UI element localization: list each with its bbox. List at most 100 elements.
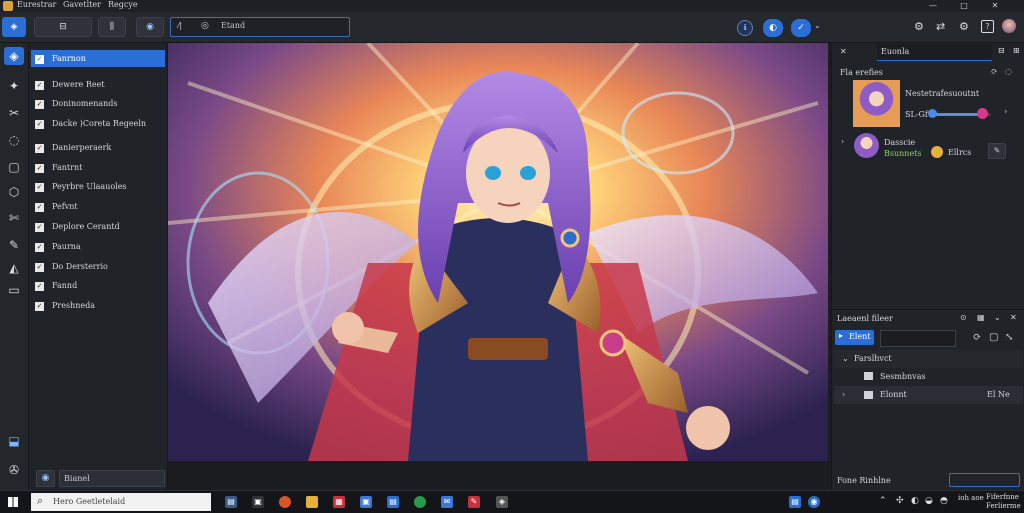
menu-edit[interactable]: Gavetlter bbox=[63, 0, 101, 9]
gear-icon[interactable]: ⚙ bbox=[959, 20, 969, 33]
next-button[interactable]: ✓ bbox=[791, 19, 811, 37]
list-item[interactable]: ✓ Dacke )Coreta Regeeln bbox=[35, 115, 163, 132]
list-item[interactable]: ✓ Do Dersterrio bbox=[35, 258, 163, 275]
menu-view[interactable]: Regcye bbox=[108, 0, 138, 9]
clock-time[interactable]: Fiferfnne bbox=[986, 493, 1019, 501]
tray-icon-3[interactable]: ◒ bbox=[925, 496, 933, 506]
taskbar-search[interactable]: ⌕ Hero Geetletelaid bbox=[31, 493, 211, 511]
layer-thumbnail[interactable] bbox=[853, 80, 900, 127]
chevron-down-icon[interactable]: ⌄ bbox=[814, 21, 821, 30]
fill-icon[interactable]: ◭ bbox=[4, 259, 24, 277]
store-icon[interactable]: ▦ bbox=[333, 496, 345, 508]
chevron-icon[interactable]: ⌄ bbox=[994, 313, 1001, 322]
property-field[interactable] bbox=[880, 330, 956, 347]
list-item[interactable]: ✓ Peyrbre Ulaauoles bbox=[35, 178, 163, 195]
list-item[interactable]: ✓ Pefvnt bbox=[35, 198, 163, 215]
close-button[interactable]: ✕ bbox=[984, 0, 1006, 12]
calendar-icon[interactable]: ▤ bbox=[387, 496, 399, 508]
tray-icon-2[interactable]: ◐ bbox=[911, 496, 919, 506]
mail-icon[interactable]: ✉ bbox=[441, 496, 453, 508]
list-item[interactable]: ✓ Paurna bbox=[35, 238, 163, 255]
slider-knob-left[interactable] bbox=[928, 109, 937, 118]
share-icon[interactable]: ⇄ bbox=[936, 20, 945, 33]
clock-date[interactable]: Ferlierme bbox=[986, 502, 1021, 510]
list-item[interactable]: ✓ Deplore Cerantd bbox=[35, 218, 163, 235]
menu-file[interactable]: Eurestrar bbox=[17, 0, 56, 9]
list-item[interactable]: ✓ Danierperaerk bbox=[35, 139, 163, 156]
check-icon: ✓ bbox=[35, 54, 44, 64]
browser-icon[interactable] bbox=[279, 496, 291, 508]
chevron-icon[interactable]: › bbox=[1004, 107, 1007, 116]
maximize-button[interactable]: □ bbox=[953, 0, 975, 12]
more-icon[interactable]: ◌ bbox=[1005, 67, 1012, 76]
windows-start-icon[interactable] bbox=[8, 497, 18, 507]
minimize-button[interactable]: — bbox=[922, 0, 944, 12]
shield-icon[interactable]: ◈ bbox=[496, 496, 508, 508]
close-icon[interactable]: ✕ bbox=[840, 47, 847, 56]
bucket-icon[interactable]: ⬓ bbox=[4, 432, 24, 450]
scissors-icon[interactable]: ✄ bbox=[4, 209, 24, 227]
tray-chevron-icon[interactable]: ⌃ bbox=[879, 496, 887, 506]
panel-search-field[interactable]: Euonla bbox=[877, 44, 992, 61]
apply-button[interactable]: Elent ▸ bbox=[835, 330, 874, 345]
pen-icon: ⁄| bbox=[178, 21, 183, 30]
photos-icon[interactable]: ▣ bbox=[360, 496, 372, 508]
slider-knob[interactable] bbox=[976, 108, 988, 119]
tree-row[interactable]: ⌄ Farslhvct bbox=[834, 350, 1023, 368]
volume-icon[interactable]: ◉ bbox=[808, 496, 820, 508]
network-icon[interactable]: ▤ bbox=[789, 496, 801, 508]
refresh-icon[interactable]: ⟳ bbox=[991, 67, 998, 76]
list-item[interactable]: ✓ Fanrnon bbox=[31, 50, 165, 67]
brush-icon[interactable]: ✎ bbox=[4, 236, 24, 254]
magic-icon[interactable]: ✦ bbox=[4, 77, 24, 95]
settings-icon[interactable]: ⚙ bbox=[914, 20, 924, 33]
crop-icon[interactable]: ✂ bbox=[4, 104, 24, 122]
list-item[interactable]: ✓ Preshneda bbox=[35, 297, 163, 314]
sync-icon[interactable]: ⟳ bbox=[973, 332, 981, 343]
layers-tool-button[interactable]: ◈ bbox=[2, 17, 26, 37]
list-item[interactable]: ✓ Dewere Reet bbox=[35, 76, 163, 93]
search-input[interactable]: Etand bbox=[221, 21, 245, 30]
eye-icon: ◎ bbox=[201, 21, 209, 31]
editor-icon[interactable]: ✎ bbox=[468, 496, 480, 508]
tray-icon-4[interactable]: ◓ bbox=[940, 496, 948, 506]
search-field[interactable]: ⁄| ◎ Etand bbox=[170, 17, 350, 37]
layer-settings-button[interactable]: ✎ bbox=[988, 143, 1006, 159]
folder-icon bbox=[864, 391, 873, 399]
avatar[interactable] bbox=[1002, 19, 1016, 33]
close-icon[interactable]: ✕ bbox=[1010, 313, 1017, 322]
split-icon[interactable]: ⊟ bbox=[998, 46, 1005, 55]
expand-icon[interactable]: ⊞ bbox=[1013, 46, 1020, 55]
list-item[interactable]: ✓ Doninomenands bbox=[35, 95, 163, 112]
list-item[interactable]: ✓ Fantrnt bbox=[35, 159, 163, 176]
expand-arrow-icon[interactable]: › bbox=[841, 137, 844, 146]
lasso-icon[interactable]: ◌ bbox=[4, 131, 24, 149]
shape-icon[interactable]: ⬡ bbox=[4, 183, 24, 201]
panel-toggle-button[interactable]: ⫼ bbox=[98, 17, 126, 37]
tree-row[interactable]: › Elonnt El Ne bbox=[834, 386, 1023, 404]
tree-row[interactable]: Sesmbnvas bbox=[834, 368, 1023, 386]
layer-avatar[interactable] bbox=[854, 133, 879, 158]
help-icon[interactable]: ? bbox=[981, 20, 994, 33]
wrench-icon[interactable]: ✇ bbox=[4, 461, 24, 479]
image-canvas[interactable] bbox=[168, 43, 828, 461]
grid-tool-button[interactable]: ⊟ bbox=[34, 17, 92, 37]
stamp-icon[interactable]: ▭ bbox=[4, 281, 24, 299]
focus-button[interactable]: ◉ bbox=[136, 17, 164, 37]
folder-icon[interactable] bbox=[306, 496, 318, 508]
music-icon[interactable] bbox=[414, 496, 426, 508]
toggle-icon[interactable]: ⊙ bbox=[960, 313, 967, 322]
prev-button[interactable]: ◐ bbox=[763, 19, 783, 37]
square-icon[interactable]: ▢ bbox=[989, 332, 998, 343]
tray-icon-1[interactable]: ✣ bbox=[896, 496, 904, 506]
link-icon[interactable]: ⤡ bbox=[1005, 332, 1013, 343]
grid-icon[interactable]: ▦ bbox=[977, 313, 985, 322]
info-icon[interactable]: ℹ bbox=[737, 20, 753, 36]
app-icon[interactable]: ▣ bbox=[252, 496, 264, 508]
list-item[interactable]: ✓ Fannd bbox=[35, 277, 163, 294]
frame-icon[interactable]: ▢ bbox=[4, 158, 24, 176]
layers-icon[interactable]: ◈ bbox=[4, 47, 24, 65]
footer-field[interactable]: Bianel bbox=[59, 470, 165, 487]
task-view-icon[interactable]: ▤ bbox=[225, 496, 237, 508]
footer-button[interactable]: ◉ bbox=[36, 470, 55, 487]
